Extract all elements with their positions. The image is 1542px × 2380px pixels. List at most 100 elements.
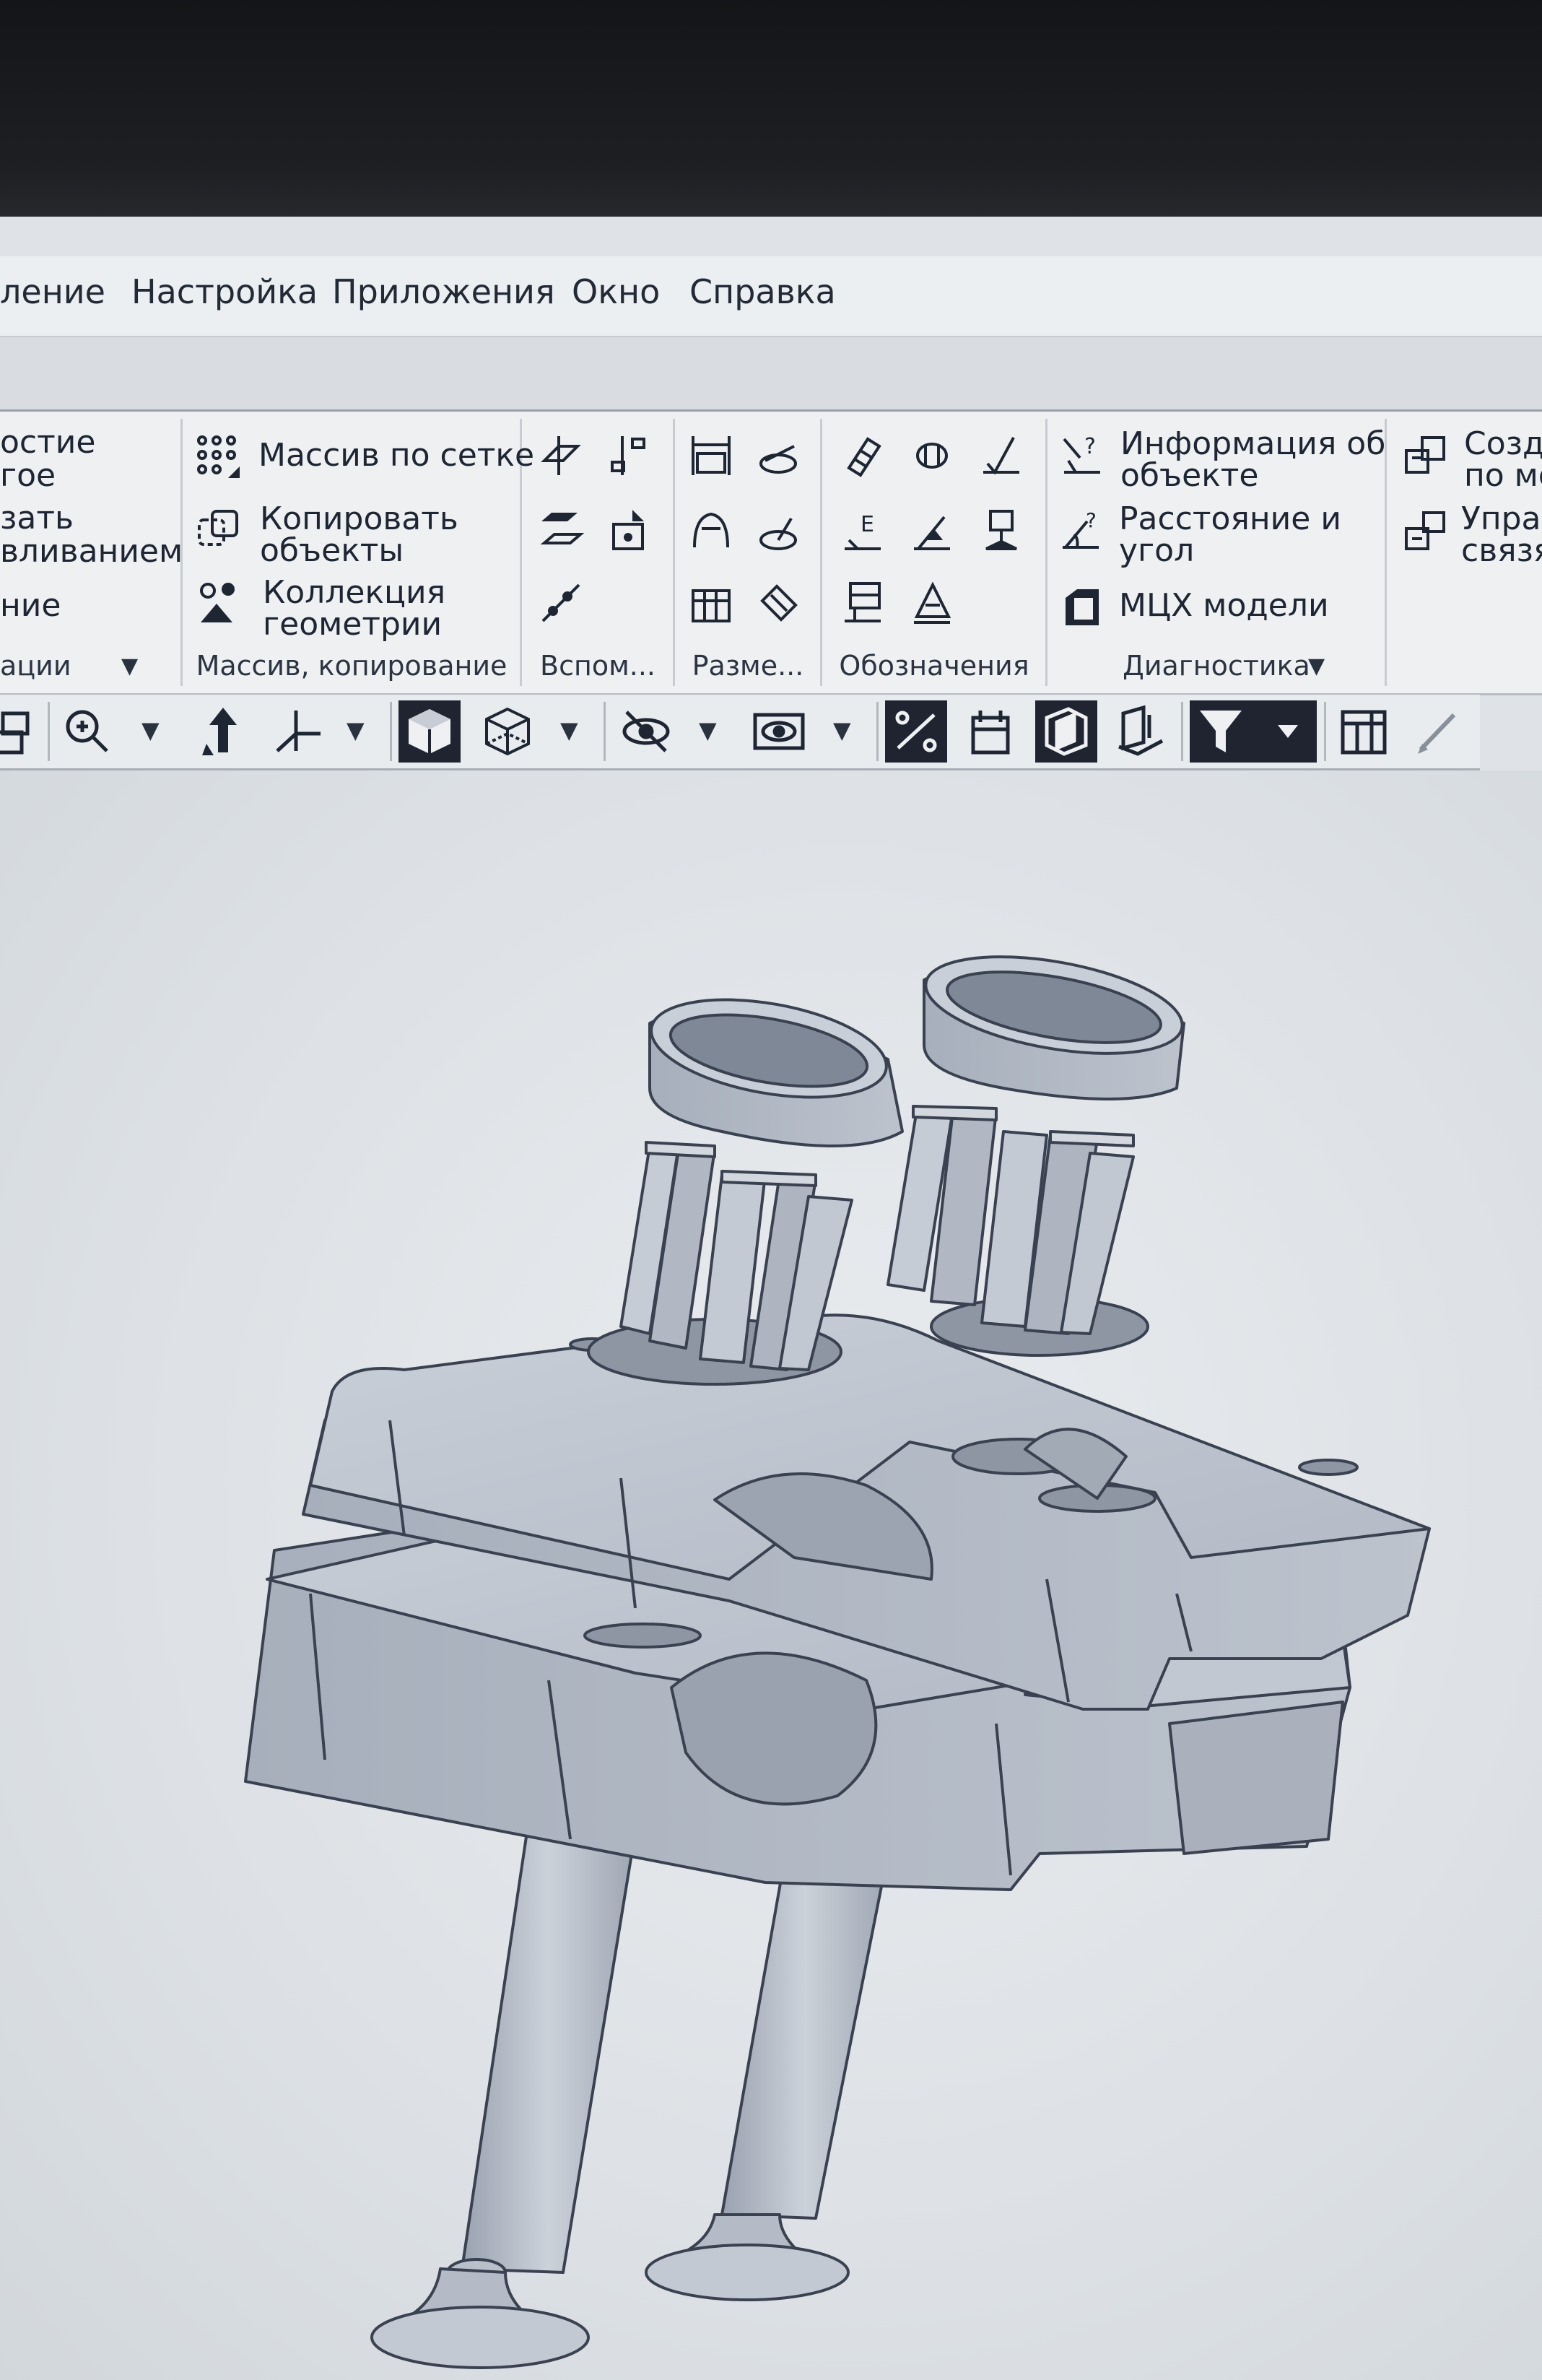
ribbon-label[interactable]: вливанием: [0, 535, 183, 568]
offset-plane-icon[interactable]: [537, 507, 585, 555]
ribbon-group-title: ации: [0, 650, 71, 682]
point-icon[interactable]: [608, 507, 655, 555]
roughness-icon[interactable]: [977, 432, 1025, 479]
ring-left: [648, 998, 904, 1147]
chevron-down-icon[interactable]: ▼: [833, 716, 851, 744]
pencil-icon[interactable]: [1408, 700, 1470, 763]
angular-dimension-icon[interactable]: [687, 507, 735, 555]
ribbon-label[interactable]: остие: [0, 426, 95, 459]
auxiliary-axis-icon[interactable]: [608, 432, 655, 479]
shaded-cube-icon[interactable]: [398, 700, 461, 763]
create-by-model-button[interactable]: Созда: [1464, 427, 1542, 461]
chevron-down-icon[interactable]: ▼: [121, 653, 138, 679]
chevron-down-icon[interactable]: ▼: [347, 716, 365, 744]
assembly-model: [244, 955, 1431, 2369]
menu-item-edit[interactable]: ление: [0, 272, 105, 311]
tab-strip: [0, 337, 1542, 412]
object-info-button-line2[interactable]: объекте: [1120, 459, 1259, 492]
diameter-dimension-icon[interactable]: [755, 432, 803, 479]
distance-angle-icon[interactable]: ?: [1058, 507, 1106, 555]
toolbar-separator: [390, 702, 392, 761]
tolerance-icon[interactable]: [839, 579, 887, 627]
model-viewport[interactable]: [0, 770, 1542, 2380]
table-icon[interactable]: [1333, 700, 1395, 763]
grid-array-icon[interactable]: [195, 433, 243, 481]
thread-icon[interactable]: [839, 432, 887, 479]
ribbon-group-create: Созда по мо Управ связя: [1388, 419, 1542, 686]
menu-bar: ление Настройка Приложения Окно Справка: [0, 256, 1542, 337]
radial-dimension-icon[interactable]: [755, 507, 803, 555]
mark-position-icon[interactable]: [908, 579, 956, 627]
calendar-icon[interactable]: [962, 700, 1024, 763]
perspective-icon[interactable]: [1035, 700, 1097, 763]
ribbon-label[interactable]: гое: [0, 459, 56, 492]
distance-angle-button-line2[interactable]: угол: [1119, 534, 1194, 568]
hidden-lines-icon[interactable]: [615, 700, 677, 763]
copy-objects-button-line2[interactable]: объекты: [260, 534, 404, 568]
view-toolbar: ▼ ▼ ▼ ▼ ▼: [0, 695, 1480, 770]
ribbon-group-title: Диагностика: [1123, 650, 1310, 682]
create-by-model-button-line2[interactable]: по мо: [1464, 459, 1542, 492]
weld-mark-icon[interactable]: [908, 507, 956, 555]
auxiliary-plane-icon[interactable]: [537, 432, 585, 479]
menu-item-settings[interactable]: Настройка: [131, 272, 318, 311]
mass-properties-button[interactable]: МЦХ модели: [1119, 589, 1329, 622]
wireframe-cube-icon[interactable]: [476, 700, 539, 763]
ribbon-group-array: Массив по сетке Копировать объекты Колле…: [183, 419, 534, 686]
linear-dimension-icon[interactable]: [687, 432, 735, 479]
copy-objects-button[interactable]: Копировать: [260, 503, 458, 536]
toolbar-separator: [48, 702, 50, 761]
toolbar-separator: [604, 702, 606, 761]
toolbar-separator: [1324, 702, 1326, 761]
layers-icon[interactable]: [0, 700, 48, 763]
geometry-collection-icon[interactable]: [195, 579, 243, 627]
constraints-icon[interactable]: [885, 700, 947, 763]
menu-item-help[interactable]: Справка: [689, 272, 836, 311]
collet-left: [587, 1141, 853, 1386]
ring-right: [923, 955, 1185, 1100]
ribbon-label[interactable]: зать: [0, 502, 74, 535]
ribbon-group-title: Обозначения: [839, 650, 1029, 682]
section-icon[interactable]: [1109, 700, 1171, 763]
table-dimension-icon[interactable]: [687, 579, 735, 627]
ribbon-label[interactable]: ние: [0, 589, 61, 622]
menu-item-applications[interactable]: Приложения: [332, 272, 555, 311]
auto-dimension-icon[interactable]: [755, 579, 803, 627]
distance-angle-button[interactable]: Расстояние и: [1119, 503, 1341, 536]
manage-links-icon[interactable]: [1402, 507, 1450, 555]
chevron-down-icon[interactable]: ▼: [699, 716, 717, 744]
menu-item-window[interactable]: Окно: [572, 272, 660, 311]
valve-rod-right: [645, 1845, 889, 2301]
manage-links-button[interactable]: Управ: [1461, 503, 1542, 536]
visibility-icon[interactable]: [748, 700, 810, 763]
ribbon-group-dimensions: Разме...: [676, 419, 822, 686]
ribbon-group-operations: остие гое зать вливанием ние ации ▼: [0, 419, 183, 686]
create-by-model-icon[interactable]: [1402, 432, 1450, 479]
ribbon-group-title: Массив, копирование: [196, 650, 508, 682]
mass-properties-icon[interactable]: [1058, 583, 1106, 631]
manage-links-button-line2[interactable]: связя: [1461, 534, 1542, 568]
base-mark-icon[interactable]: [977, 507, 1025, 555]
leader-text-icon[interactable]: E: [839, 507, 887, 555]
cylinder-icon[interactable]: [908, 432, 956, 479]
toolbar-separator: [876, 702, 879, 761]
line-icon[interactable]: [537, 579, 585, 627]
chevron-down-icon[interactable]: ▼: [141, 716, 160, 744]
valve-rod-left: [370, 1830, 637, 2369]
chevron-down-icon[interactable]: ▼: [560, 716, 578, 744]
chevron-down-icon[interactable]: ▼: [1308, 653, 1325, 679]
object-info-icon[interactable]: ?: [1058, 432, 1106, 479]
collet-right: [887, 1105, 1149, 1357]
geometry-collection-button-line2[interactable]: геометрии: [263, 608, 442, 641]
svg-text:?: ?: [1084, 434, 1096, 459]
ribbon-group-annotations: E Обозначения: [823, 419, 1047, 686]
geometry-collection-button[interactable]: Коллекция: [263, 576, 445, 609]
axes-icon[interactable]: [267, 700, 329, 763]
zoom-icon[interactable]: [56, 700, 118, 763]
orient-icon[interactable]: [192, 700, 254, 763]
filter-icon[interactable]: [1190, 700, 1317, 763]
grid-array-button[interactable]: Массив по сетке: [258, 439, 534, 472]
copy-objects-icon[interactable]: [195, 507, 243, 555]
toolbar-separator: [1181, 702, 1183, 761]
object-info-button[interactable]: Информация об: [1120, 427, 1385, 461]
